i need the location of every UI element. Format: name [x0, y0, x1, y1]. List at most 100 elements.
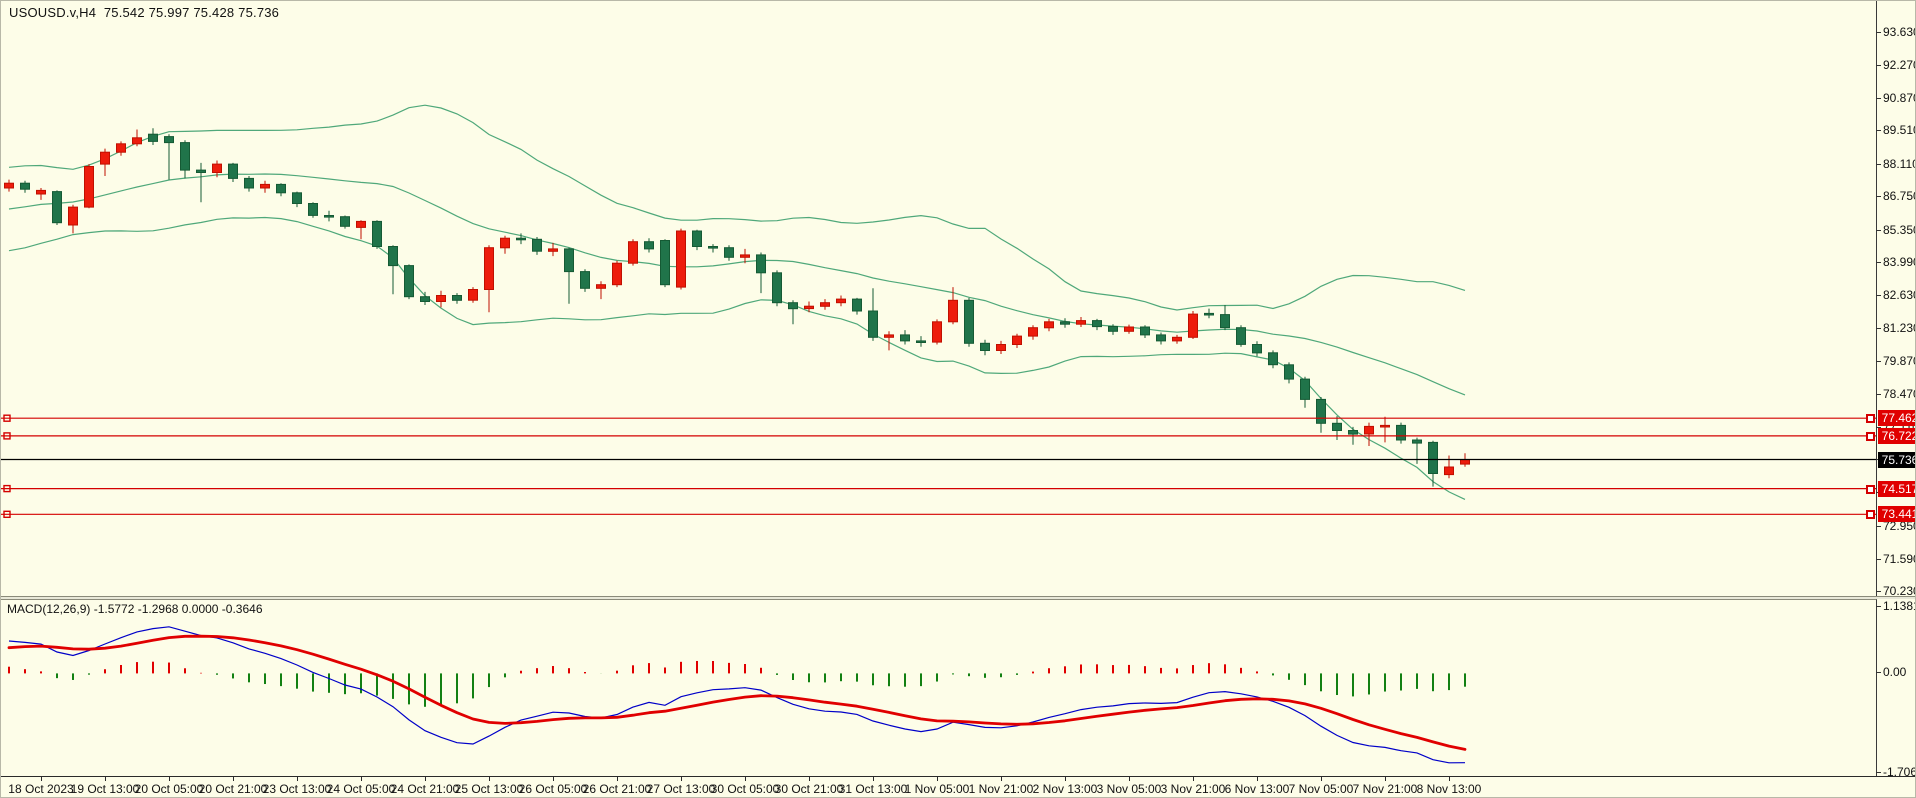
price-tick-label: 71.590 — [1883, 552, 1916, 566]
candle — [869, 288, 878, 341]
candle — [1157, 333, 1166, 345]
candle — [229, 163, 238, 182]
candle — [1077, 317, 1086, 327]
candle — [853, 298, 862, 315]
candle — [997, 341, 1006, 354]
time-tick-label: 18 Oct 2023 — [8, 782, 73, 796]
time-tick-label: 23 Oct 13:00 — [263, 782, 332, 796]
candle — [1029, 325, 1038, 339]
time-axis-tick — [1257, 777, 1258, 781]
time-axis-tick — [1001, 777, 1002, 781]
candle — [709, 244, 718, 252]
time-axis-tick — [41, 777, 42, 781]
price-line-label: 73.441 — [1878, 506, 1916, 522]
time-tick-label: 26 Oct 21:00 — [583, 782, 652, 796]
time-tick-label: 20 Oct 05:00 — [135, 782, 204, 796]
bollinger-middle-band — [9, 174, 1465, 395]
candle — [485, 245, 494, 312]
macd-tick-label: 1.1381 — [1883, 599, 1916, 613]
price-chart-panel[interactable]: USOUSD.v,H4 75.542 75.997 75.428 75.736 — [1, 1, 1877, 596]
candle — [437, 291, 446, 308]
current-price-label: 75.736 — [1878, 452, 1916, 468]
candle — [597, 281, 606, 299]
candle — [821, 299, 830, 310]
candle — [373, 220, 382, 249]
chart-title: USOUSD.v,H4 75.542 75.997 75.428 75.736 — [9, 5, 279, 20]
time-tick-label: 30 Oct 05:00 — [711, 782, 780, 796]
macd-indicator-label: MACD(12,26,9) -1.5772 -1.2968 0.0000 -0.… — [7, 602, 263, 616]
time-axis-tick — [617, 777, 618, 781]
candle — [1141, 325, 1150, 338]
candle — [789, 300, 798, 324]
time-tick-label: 7 Nov 21:00 — [1353, 782, 1418, 796]
time-axis-tick — [297, 777, 298, 781]
candle — [773, 270, 782, 306]
macd-panel[interactable]: MACD(12,26,9) -1.5772 -1.2968 0.0000 -0.… — [1, 599, 1877, 776]
candle — [1269, 350, 1278, 368]
hline-axis-marker-icon — [1866, 510, 1875, 519]
candle — [5, 180, 14, 192]
candle — [85, 164, 94, 208]
macd-canvas[interactable] — [1, 600, 1876, 776]
price-axis-tick — [1876, 526, 1881, 527]
time-axis-tick — [489, 777, 490, 781]
price-chart-canvas[interactable] — [1, 1, 1876, 595]
candle — [101, 149, 110, 176]
candle — [1189, 311, 1198, 339]
candle — [629, 239, 638, 265]
candle — [645, 238, 654, 252]
candle — [1317, 397, 1326, 433]
candle — [133, 130, 142, 147]
time-axis-tick — [873, 777, 874, 781]
candle — [837, 296, 846, 307]
price-axis-tick — [1876, 164, 1881, 165]
time-tick-label: 31 Oct 13:00 — [839, 782, 908, 796]
candle — [757, 253, 766, 294]
price-line-label: 74.517 — [1878, 481, 1916, 497]
time-tick-label: 1 Nov 05:00 — [905, 782, 970, 796]
candle — [613, 261, 622, 287]
time-axis-tick — [809, 777, 810, 781]
candle — [581, 269, 590, 292]
candle — [501, 236, 510, 254]
candle — [1013, 334, 1022, 348]
candle — [1285, 362, 1294, 383]
chart-window: USOUSD.v,H4 75.542 75.997 75.428 75.736 … — [0, 0, 1916, 798]
time-tick-label: 3 Nov 05:00 — [1097, 782, 1162, 796]
candle — [341, 216, 350, 229]
candle — [117, 141, 126, 155]
time-tick-label: 24 Oct 05:00 — [327, 782, 396, 796]
time-axis-tick — [553, 777, 554, 781]
price-tick-label: 82.630 — [1883, 288, 1916, 302]
price-tick-label: 79.870 — [1883, 354, 1916, 368]
candle — [949, 287, 958, 324]
candle — [661, 239, 670, 287]
price-line-label: 76.722 — [1878, 428, 1916, 444]
time-tick-label: 2 Nov 13:00 — [1033, 782, 1098, 796]
time-axis-tick — [105, 777, 106, 781]
hline-axis-marker-icon — [1866, 414, 1875, 423]
time-tick-label: 27 Oct 13:00 — [647, 782, 716, 796]
candle — [1365, 423, 1374, 446]
bollinger-upper-band — [9, 105, 1465, 310]
price-axis-tick — [1876, 130, 1881, 131]
macd-axis-tick — [1876, 772, 1881, 773]
macd-axis-tick — [1876, 672, 1881, 673]
time-axis[interactable]: 18 Oct 202319 Oct 13:0020 Oct 05:0020 Oc… — [1, 776, 1916, 798]
price-axis-tick — [1876, 328, 1881, 329]
candle — [277, 183, 286, 196]
price-tick-label: 81.230 — [1883, 321, 1916, 335]
candle — [389, 245, 398, 294]
candle — [245, 176, 254, 192]
candle — [1061, 318, 1070, 328]
time-tick-label: 25 Oct 13:00 — [455, 782, 524, 796]
candle — [53, 190, 62, 225]
macd-axis-tick — [1876, 606, 1881, 607]
candle — [901, 330, 910, 344]
time-tick-label: 7 Nov 05:00 — [1289, 782, 1354, 796]
time-tick-label: 24 Oct 21:00 — [391, 782, 460, 796]
candle — [37, 188, 46, 200]
macd-tick-label: 0.00 — [1883, 665, 1906, 679]
price-axis-tick — [1876, 559, 1881, 560]
symbol-timeframe-label: USOUSD.v,H4 — [9, 5, 96, 20]
